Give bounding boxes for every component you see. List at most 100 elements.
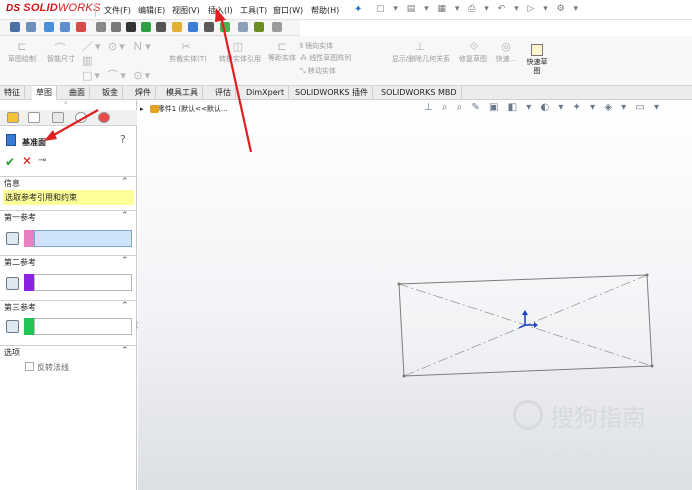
gear-icon[interactable] <box>96 22 106 32</box>
watermark-logo <box>513 400 543 430</box>
first-reference-color-swatch <box>24 230 34 247</box>
second-reference-field[interactable] <box>34 274 132 291</box>
reference-entity-icon <box>6 320 19 333</box>
pushpin-icon[interactable]: ⊸ <box>38 155 46 166</box>
panel-title: 基准面 <box>22 138 46 147</box>
reference-entity-icon <box>6 277 19 290</box>
reference-entity-icon <box>6 232 19 245</box>
options-icon[interactable] <box>111 22 121 32</box>
tab-sketch[interactable]: 草图 <box>32 86 57 100</box>
second-reference-color-swatch <box>24 274 34 291</box>
section-info-title: 信息 <box>4 179 20 188</box>
feature-manager-tab-icon[interactable] <box>7 112 19 123</box>
ribbon-sketch-button[interactable]: 草图绘制 <box>4 54 40 64</box>
menu-insert[interactable]: 插入(I) <box>208 5 233 16</box>
quick-sketch-icon <box>531 44 543 56</box>
search-icon[interactable] <box>188 22 198 32</box>
drawing-icon[interactable] <box>76 22 86 32</box>
heads-up-view-toolbar[interactable]: ⊥ ⌕ ⌕ ✎ ▣ ◧ ▾ ◐ ▾ ✦ ▾ ◈ ▾ ▭ ▾ <box>424 102 662 113</box>
tab-surfaces[interactable]: 曲面 <box>65 86 90 100</box>
chevron-up-icon: ⌃ <box>121 177 129 187</box>
print-icon[interactable] <box>238 22 248 32</box>
ribbon-pattern-button[interactable]: ⁂ 线性草图阵列 <box>300 53 370 63</box>
repair-icon: ⟐ <box>469 40 479 53</box>
tab-sheet-metal[interactable]: 钣金 <box>98 86 123 100</box>
ribbon-relations-button[interactable]: 显示/删除几何关系 <box>386 54 456 64</box>
assembly-icon[interactable] <box>60 22 70 32</box>
menu-view[interactable]: 视图(V) <box>172 5 200 16</box>
tab-solidworks-mbd[interactable]: SOLIDWORKS MBD <box>377 86 462 100</box>
tab-weldments[interactable]: 焊件 <box>131 86 156 100</box>
chevron-up-icon: ⌃ <box>121 256 129 266</box>
panel-splitter-dots[interactable]: ° <box>64 101 68 109</box>
line-icon[interactable] <box>26 22 36 32</box>
chevron-up-icon: ⌃ <box>121 301 129 311</box>
chevron-up-icon: ⌃ <box>121 211 129 221</box>
image-icon[interactable] <box>220 22 230 32</box>
ribbon-quick-snap-button[interactable]: 快速... <box>492 54 520 64</box>
pin-menu-icon[interactable]: ✦ <box>354 4 362 15</box>
tab-evaluate[interactable]: 评估 <box>211 86 236 100</box>
map-pin-icon[interactable] <box>141 22 151 32</box>
property-manager-tab-icon[interactable] <box>28 112 40 123</box>
watermark-url: zhinan.sogou.com <box>518 447 662 463</box>
menu-separator <box>95 3 96 17</box>
watermark-text: 搜狗指南 <box>550 404 646 432</box>
menu-tools[interactable]: 工具(T) <box>240 5 267 16</box>
plus-icon[interactable] <box>172 22 182 32</box>
ribbon-quick-sketch-button[interactable]: 快速草图 <box>524 58 550 76</box>
chevron-up-icon: ⌃ <box>121 346 129 356</box>
third-reference-field[interactable] <box>34 318 132 335</box>
relations-icon: ⊥ <box>415 40 425 53</box>
plane-icon <box>6 134 16 146</box>
note-icon[interactable] <box>272 22 282 32</box>
move-icon: ⤡ <box>300 67 308 75</box>
tab-mold-tools[interactable]: 模具工具 <box>162 86 203 100</box>
hat-icon[interactable] <box>126 22 136 32</box>
manager-tabs <box>0 110 137 126</box>
part-icon[interactable] <box>44 22 54 32</box>
tool-icon[interactable] <box>156 22 166 32</box>
tab-features[interactable]: 特征 <box>0 86 25 100</box>
cancel-x-icon[interactable]: ✕ <box>22 154 32 168</box>
menu-edit[interactable]: 编辑(E) <box>138 5 165 16</box>
tab-dimxpert[interactable]: DimXpert <box>242 86 290 100</box>
sketch-draw-icon: ⊏ <box>17 40 27 53</box>
tab-solidworks-addins[interactable]: SOLIDWORKS 插件 <box>291 86 373 100</box>
section-info-header[interactable]: 信息 ⌃ <box>0 176 137 188</box>
dimxpert-tab-icon[interactable] <box>75 112 87 123</box>
sketch-icon[interactable] <box>10 22 20 32</box>
section-second-reference-header[interactable]: 第二参考 ⌃ <box>0 255 137 267</box>
help-icon[interactable]: ? <box>120 133 126 146</box>
flip-normal-checkbox[interactable] <box>25 362 34 371</box>
menu-window[interactable]: 窗口(W) <box>273 5 303 16</box>
ok-check-icon[interactable]: ✔ <box>5 155 15 169</box>
quick-access-toolbar[interactable]: ▢ ▾ ▤ ▾ ▦ ▾ ⎙ ▾ ↶ ▾ ▷ ▾ ⚙ ▾ <box>376 4 581 14</box>
ribbon-move-button[interactable]: ⤡ 移动实体 <box>300 66 360 76</box>
first-reference-field[interactable] <box>34 230 132 247</box>
chart-icon[interactable] <box>254 22 264 32</box>
section-third-reference-header[interactable]: 第三参考 ⌃ <box>0 300 137 312</box>
display-manager-tab-icon[interactable] <box>98 112 110 123</box>
ribbon-repair-button[interactable]: 修复草图 <box>456 54 490 64</box>
section-options-header[interactable]: 选项 ⌃ <box>0 345 137 357</box>
ribbon-mirror-button[interactable]: ⫴ 镜向实体 <box>300 41 360 51</box>
section-second-reference-title: 第二参考 <box>4 258 36 267</box>
section-options-title: 选项 <box>4 348 20 357</box>
part-icon <box>150 105 159 113</box>
binoculars-icon[interactable] <box>204 22 214 32</box>
info-message: 选取参考引用和约束 <box>3 190 134 205</box>
solidworks-logo: DS SOLIDWORKS <box>6 2 101 14</box>
menu-file[interactable]: 文件(F) <box>104 5 131 16</box>
ribbon-trim-button[interactable]: 剪裁实体(T) <box>168 54 208 64</box>
ribbon-smart-dimension-button[interactable]: 智能尺寸 <box>43 54 79 64</box>
menu-help[interactable]: 帮助(H) <box>311 5 339 16</box>
pattern-icon: ⁂ <box>300 54 310 62</box>
section-first-reference-header[interactable]: 第一参考 ⌃ <box>0 210 137 222</box>
section-first-reference-title: 第一参考 <box>4 213 36 222</box>
ribbon-convert-button[interactable]: 转换实体引用 <box>216 54 264 64</box>
configuration-manager-tab-icon[interactable] <box>52 112 64 123</box>
flip-normal-label: 反转法线 <box>37 363 69 372</box>
ribbon-offset-button[interactable]: 等距实体 <box>268 54 296 63</box>
part-tree-label: 零件1 (默认<<默认... <box>157 105 228 113</box>
